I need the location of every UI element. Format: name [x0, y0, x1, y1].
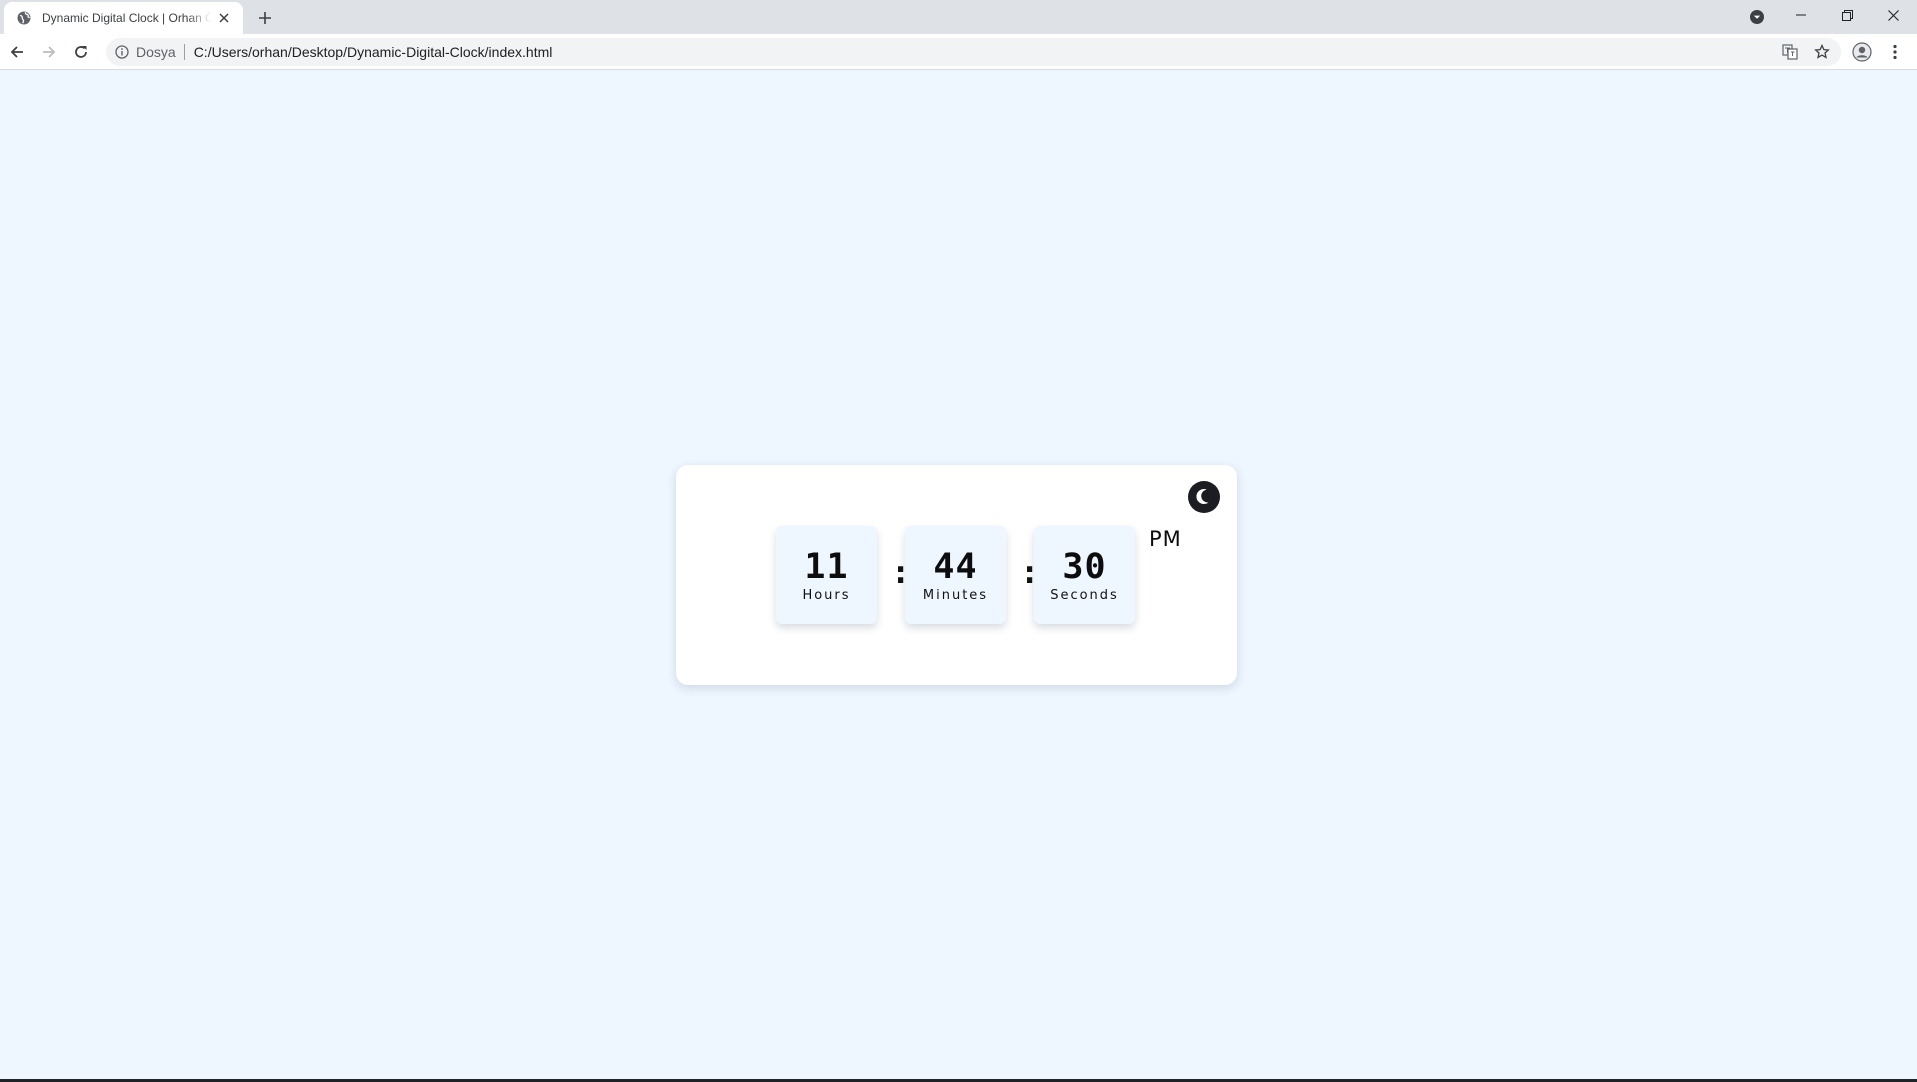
close-tab-icon[interactable]: [215, 9, 233, 27]
minutes-value: 44: [933, 547, 978, 587]
hours-value: 11: [804, 547, 849, 587]
minimize-button[interactable]: [1778, 0, 1824, 30]
seconds-box: 30 Seconds: [1034, 526, 1135, 624]
url-text[interactable]: C:/Users/orhan/Desktop/Dynamic-Digital-C…: [194, 44, 553, 60]
hours-box: 11 Hours: [776, 526, 877, 624]
browser-toolbar: Dosya C:/Users/orhan/Desktop/Dynamic-Dig…: [0, 34, 1917, 70]
address-bar[interactable]: Dosya C:/Users/orhan/Desktop/Dynamic-Dig…: [106, 38, 1841, 66]
minutes-box: 44 Minutes: [905, 526, 1006, 624]
profile-avatar-icon[interactable]: [1850, 40, 1874, 64]
restore-button[interactable]: [1824, 0, 1870, 30]
clock-card: 11 Hours : 44 Minutes : 30 Seconds PM: [676, 465, 1237, 685]
am-pm-indicator: PM: [1149, 527, 1182, 551]
back-button[interactable]: [5, 40, 29, 64]
info-icon[interactable]: [114, 44, 130, 60]
forward-button[interactable]: [37, 40, 61, 64]
hours-minutes-separator: :: [891, 553, 911, 591]
seconds-value: 30: [1062, 547, 1107, 587]
moon-icon: [1196, 489, 1209, 505]
globe-icon: [16, 10, 32, 26]
url-separator: [183, 44, 185, 60]
minutes-label: Minutes: [922, 588, 989, 603]
minutes-seconds-separator: :: [1020, 553, 1040, 591]
browser-tabstrip: Dynamic Digital Clock | Orhan Özdemir: [0, 0, 1917, 34]
translate-icon[interactable]: [1776, 38, 1804, 66]
new-tab-button[interactable]: [253, 6, 277, 30]
reload-button[interactable]: [69, 40, 93, 64]
kebab-menu-icon[interactable]: [1883, 40, 1907, 64]
close-window-button[interactable]: [1870, 0, 1916, 30]
theme-toggle-button[interactable]: [1188, 481, 1220, 513]
seconds-label: Seconds: [1050, 588, 1119, 603]
bookmark-star-icon[interactable]: [1808, 38, 1836, 66]
hours-label: Hours: [802, 588, 851, 603]
tab-title: Dynamic Digital Clock | Orhan Özdemir: [42, 11, 211, 25]
tab-search-button[interactable]: [1747, 7, 1767, 27]
browser-tab[interactable]: Dynamic Digital Clock | Orhan Özdemir: [4, 2, 243, 34]
url-scheme-label: Dosya: [136, 44, 176, 60]
